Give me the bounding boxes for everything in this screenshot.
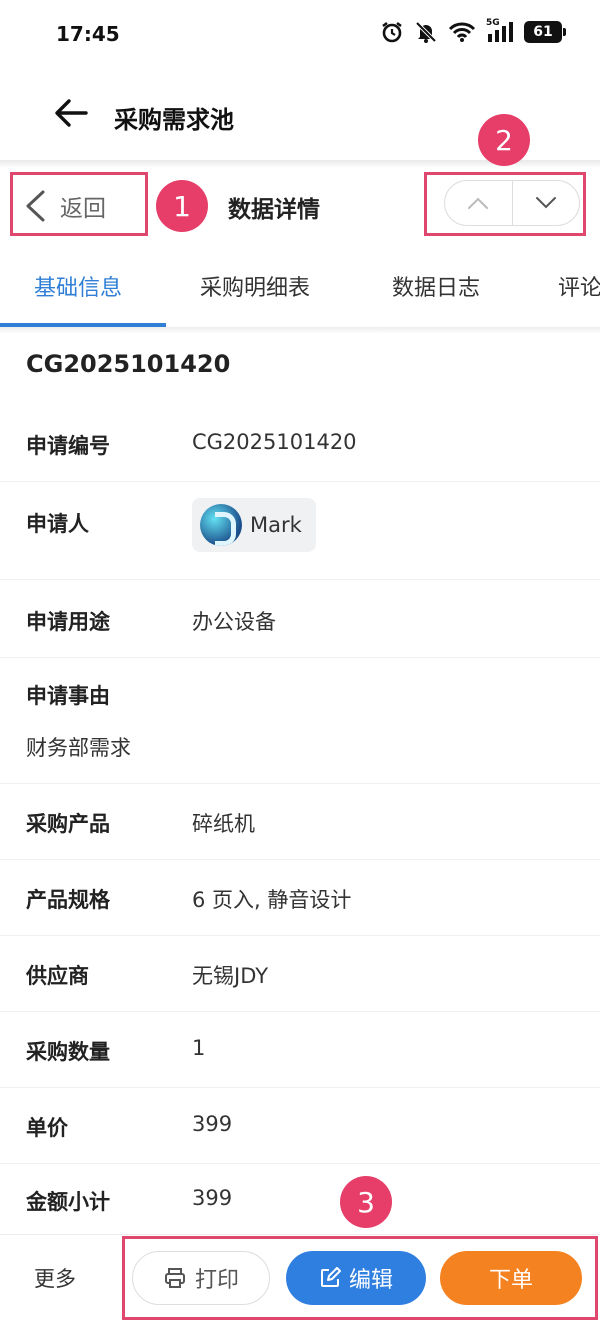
- detail-title: 数据详情: [228, 197, 320, 223]
- field-label: 采购产品: [26, 812, 110, 836]
- field-label: 供应商: [26, 964, 89, 988]
- tab-bar: 基础信息 采购明细表 数据日志 评论: [0, 244, 600, 328]
- applicant-chip[interactable]: Mark: [192, 498, 316, 552]
- tab-comments[interactable]: 评论: [558, 270, 600, 302]
- tab-purchase-details[interactable]: 采购明细表: [200, 270, 310, 302]
- field-value: 碎纸机: [192, 812, 255, 836]
- field-row-spec: 产品规格 6 页入, 静音设计: [0, 860, 600, 936]
- field-row-supplier: 供应商 无锡JDY: [0, 936, 600, 1012]
- field-value: CG2025101420: [192, 430, 357, 454]
- field-row-subtotal: 金额小计 399: [0, 1164, 600, 1234]
- field-value: 6 页入, 静音设计: [192, 888, 352, 912]
- field-label: 单价: [26, 1116, 68, 1140]
- battery-icon: 61: [524, 21, 566, 43]
- field-row-quantity: 采购数量 1: [0, 1012, 600, 1088]
- status-icons: 5G 61: [380, 18, 566, 44]
- mute-bell-icon: [415, 21, 437, 43]
- annotation-box-1: [10, 172, 148, 236]
- user-name: Mark: [250, 513, 302, 537]
- field-value: 1: [192, 1036, 206, 1060]
- battery-level: 61: [533, 24, 553, 40]
- avatar: [200, 504, 242, 546]
- annotation-badge-3: 3: [340, 1176, 392, 1228]
- field-value: 399: [192, 1186, 233, 1210]
- field-row-applicant: 申请人 Mark: [0, 482, 600, 580]
- field-label: 金额小计: [26, 1190, 110, 1214]
- field-row-reason: 申请事由 财务部需求: [0, 658, 600, 784]
- annotation-badge-1: 1: [156, 180, 208, 232]
- field-value: 399: [192, 1112, 233, 1136]
- field-label: 申请事由: [26, 684, 110, 708]
- tab-data-log[interactable]: 数据日志: [392, 270, 480, 302]
- field-label: 产品规格: [26, 888, 110, 912]
- field-row-product: 采购产品 碎纸机: [0, 784, 600, 860]
- field-row-unit-price: 单价 399: [0, 1088, 600, 1164]
- annotation-box-3: [122, 1236, 598, 1320]
- more-button[interactable]: 更多: [34, 1263, 76, 1293]
- tab-basic-info[interactable]: 基础信息: [34, 270, 122, 302]
- field-label: 申请人: [26, 512, 89, 536]
- field-row-apply-no: 申请编号 CG2025101420: [0, 404, 600, 482]
- back-arrow-icon[interactable]: [54, 98, 88, 128]
- field-label: 申请用途: [26, 610, 110, 634]
- page-title: 采购需求池: [114, 106, 234, 134]
- alarm-icon: [382, 21, 402, 43]
- field-label: 采购数量: [26, 1040, 110, 1064]
- annotation-badge-2: 2: [478, 114, 530, 166]
- status-bar: 17:45 5G 61: [0, 0, 600, 66]
- signal-icon: 5G: [486, 18, 514, 44]
- field-value: 无锡JDY: [192, 964, 269, 988]
- field-value: 办公设备: [192, 610, 276, 634]
- wifi-icon: [448, 22, 476, 42]
- field-label: 申请编号: [26, 434, 110, 458]
- field-value: 财务部需求: [26, 736, 131, 760]
- status-time: 17:45: [56, 22, 120, 46]
- active-tab-indicator: [0, 323, 166, 327]
- tabs-divider: [0, 328, 600, 334]
- field-row-purpose: 申请用途 办公设备: [0, 580, 600, 658]
- record-title: CG2025101420: [26, 350, 231, 378]
- annotation-box-2: [424, 172, 586, 236]
